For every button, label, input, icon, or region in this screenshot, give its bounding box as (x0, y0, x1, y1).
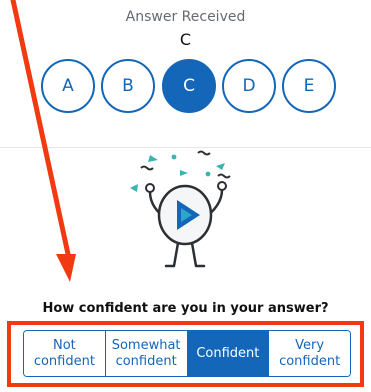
confidence-selector: Not confident Somewhat confident Confide… (23, 330, 351, 377)
answer-received-label: Answer Received (125, 9, 246, 25)
celebrating-play-mascot-icon (130, 150, 231, 268)
choice-button-b[interactable]: B (101, 59, 155, 113)
answer-received-value: C (179, 30, 192, 49)
choice-button-d[interactable]: D (222, 59, 276, 113)
confidence-option-very-confident[interactable]: Very confident (269, 331, 350, 376)
choice-button-e[interactable]: E (282, 59, 336, 113)
confidence-option-confident[interactable]: Confident (187, 331, 270, 376)
choice-button-c[interactable]: C (162, 59, 216, 113)
choice-button-a[interactable]: A (41, 59, 95, 113)
confidence-option-not-confident[interactable]: Not confident (24, 331, 106, 376)
confidence-question: How confident are you in your answer? (42, 301, 329, 316)
confidence-option-somewhat-confident[interactable]: Somewhat confident (105, 331, 188, 376)
